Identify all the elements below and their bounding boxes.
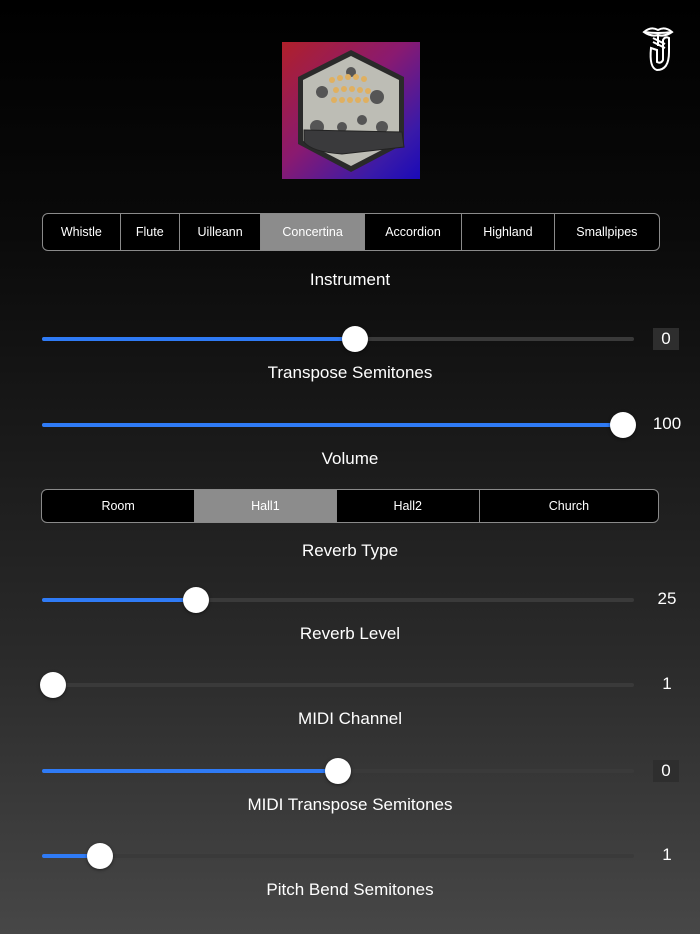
transpose-semitones-label: Transpose Semitones — [267, 363, 433, 382]
segment-uilleann[interactable]: Uilleann — [180, 214, 262, 250]
segment-hall1[interactable]: Hall1 — [195, 490, 337, 522]
segment-whistle[interactable]: Whistle — [43, 214, 121, 250]
segment-concertina[interactable]: Concertina — [261, 214, 365, 250]
transpose-semitones-slider[interactable] — [42, 326, 634, 352]
app-logo-icon[interactable] — [641, 24, 675, 72]
midi-channel-slider[interactable] — [40, 672, 634, 698]
reverb-type-label: Reverb Type — [301, 541, 399, 560]
transpose-semitones-slider-thumb[interactable] — [342, 326, 369, 352]
reverb-level-label: Reverb Level — [299, 624, 401, 643]
midi-transpose-semitones-label: MIDI Transpose Semitones — [247, 795, 453, 814]
reverb-level-slider-thumb[interactable] — [182, 587, 209, 613]
segment-flute[interactable]: Flute — [121, 214, 180, 250]
midi-channel-label: MIDI Channel — [298, 709, 402, 728]
transpose-semitones-value: 0 — [653, 328, 679, 350]
segment-highland[interactable]: Highland — [462, 214, 555, 250]
volume-slider-thumb[interactable] — [610, 412, 636, 438]
reverb-level-value: 25 — [657, 589, 677, 608]
instrument-segmented-control[interactable]: Whistle Flute Uilleann Concertina Accordion H… — [42, 213, 660, 251]
reverb-level-slider[interactable] — [42, 587, 634, 613]
midi-transpose-semitones-slider-fill — [42, 769, 338, 773]
volume-slider-fill — [42, 423, 623, 427]
transpose-semitones-slider-fill — [42, 337, 356, 341]
instrument-image — [282, 42, 420, 179]
segment-church[interactable]: Church — [480, 490, 658, 522]
midi-transpose-semitones-value: 0 — [653, 760, 679, 782]
segment-hall2[interactable]: Hall2 — [337, 490, 480, 522]
midi-transpose-semitones-slider[interactable] — [42, 758, 634, 784]
volume-label: Volume — [321, 449, 379, 468]
reverb-level-slider-fill — [42, 598, 196, 602]
volume-value: 100 — [652, 414, 682, 433]
segment-room[interactable]: Room — [42, 490, 196, 522]
pitch-bend-semitones-value: 1 — [662, 845, 672, 864]
pitch-bend-semitones-label: Pitch Bend Semitones — [266, 880, 434, 899]
segment-smallpipes[interactable]: Smallpipes — [555, 214, 659, 250]
segment-accordion[interactable]: Accordion — [365, 214, 463, 250]
pitch-bend-semitones-slider-thumb[interactable] — [87, 843, 114, 869]
instrument-label: Instrument — [309, 270, 391, 289]
midi-channel-slider-thumb[interactable] — [40, 672, 66, 698]
midi-transpose-semitones-slider-thumb[interactable] — [325, 758, 351, 784]
midi-channel-value: 1 — [662, 674, 672, 693]
volume-slider[interactable] — [42, 412, 636, 438]
reverb-type-segmented-control[interactable]: Room Hall1 Hall2 Church — [41, 489, 659, 523]
pitch-bend-semitones-slider[interactable] — [42, 843, 634, 869]
